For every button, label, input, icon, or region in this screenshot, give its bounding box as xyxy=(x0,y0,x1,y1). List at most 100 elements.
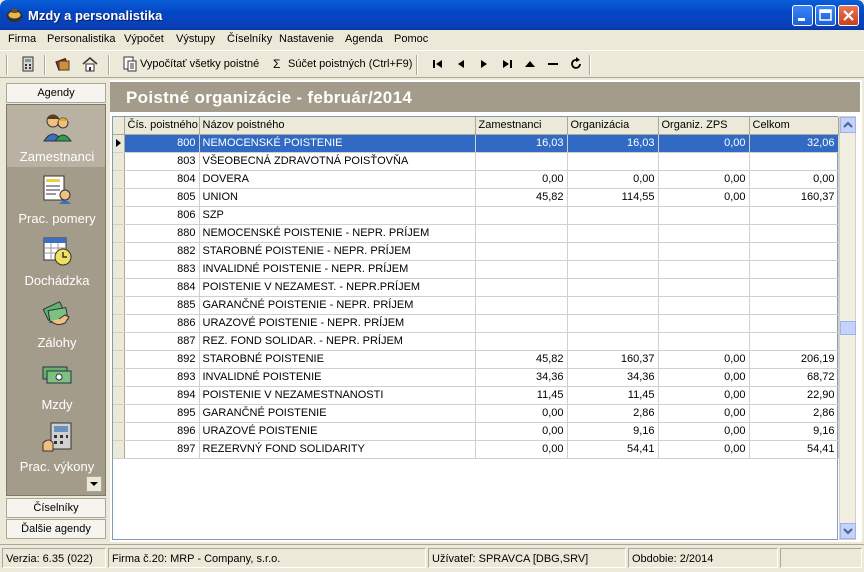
cell-employees[interactable]: 45,82 xyxy=(475,350,568,369)
cell-name[interactable]: DOVERA xyxy=(199,170,476,189)
cell-code[interactable]: 803 xyxy=(124,152,200,171)
table-row[interactable]: 800 NEMOCENSKÉ POISTENIE 16,03 16,03 0,00 32,… xyxy=(113,134,839,153)
cell-total[interactable]: 54,41 xyxy=(749,440,839,459)
cell-employees[interactable]: 45,82 xyxy=(475,188,568,207)
cell-code[interactable]: 880 xyxy=(124,224,200,243)
cell-organization-zps[interactable] xyxy=(658,314,750,333)
insert-record-icon[interactable] xyxy=(522,56,538,72)
row-indicator[interactable] xyxy=(113,170,125,189)
cell-code[interactable]: 895 xyxy=(124,404,200,423)
cell-organization-zps[interactable] xyxy=(658,224,750,243)
home-icon[interactable] xyxy=(82,56,98,72)
cell-employees[interactable] xyxy=(475,332,568,351)
cell-code[interactable]: 883 xyxy=(124,260,200,279)
cell-organization[interactable] xyxy=(567,242,659,261)
cell-code[interactable]: 885 xyxy=(124,296,200,315)
row-indicator[interactable] xyxy=(113,350,125,369)
cell-total[interactable]: 0,00 xyxy=(749,170,839,189)
cell-code[interactable]: 886 xyxy=(124,314,200,333)
cell-name[interactable]: INVALIDNÉ POISTENIE - NEPR. PRÍJEM xyxy=(199,260,476,279)
cell-employees[interactable] xyxy=(475,260,568,279)
ciselniky-button[interactable]: Číselníky xyxy=(6,498,106,518)
cell-employees[interactable] xyxy=(475,152,568,171)
column-header[interactable]: Názov poistného xyxy=(199,117,476,135)
cell-organization-zps[interactable]: 0,00 xyxy=(658,368,750,387)
cell-name[interactable]: POISTENIE V NEZAMESTNANOSTI xyxy=(199,386,476,405)
cell-code[interactable]: 882 xyxy=(124,242,200,261)
table-row[interactable]: 886 URAZOVÉ POISTENIE - NEPR. PRÍJEM xyxy=(113,314,839,333)
title-bar[interactable]: Mzdy a personalistika xyxy=(0,0,864,30)
agendy-header[interactable]: Agendy xyxy=(6,83,106,103)
cell-code[interactable]: 804 xyxy=(124,170,200,189)
cell-organization-zps[interactable] xyxy=(658,332,750,351)
cell-organization-zps[interactable] xyxy=(658,152,750,171)
cell-total[interactable] xyxy=(749,296,839,315)
cell-organization-zps[interactable]: 0,00 xyxy=(658,422,750,441)
row-indicator[interactable] xyxy=(113,332,125,351)
cell-organization[interactable] xyxy=(567,278,659,297)
scroll-thumb[interactable] xyxy=(840,321,856,335)
sidebar-item-zalohy[interactable]: Zálohy xyxy=(7,291,105,353)
table-row[interactable]: 880 NEMOCENSKÉ POISTENIE - NEPR. PRÍJEM xyxy=(113,224,839,243)
row-indicator[interactable] xyxy=(113,368,125,387)
cell-code[interactable]: 887 xyxy=(124,332,200,351)
cell-organization[interactable]: 54,41 xyxy=(567,440,659,459)
sidebar-item-mzdy[interactable]: Mzdy xyxy=(7,353,105,415)
cell-employees[interactable]: 11,45 xyxy=(475,386,568,405)
cell-employees[interactable] xyxy=(475,296,568,315)
cell-employees[interactable] xyxy=(475,314,568,333)
last-record-icon[interactable] xyxy=(499,56,515,72)
cell-employees[interactable]: 16,03 xyxy=(475,134,568,153)
cell-organization-zps[interactable] xyxy=(658,296,750,315)
table-row[interactable]: 805 UNION 45,82 114,55 0,00 160,37 xyxy=(113,188,839,207)
cell-organization[interactable]: 9,16 xyxy=(567,422,659,441)
scroll-up-button[interactable] xyxy=(840,117,856,133)
table-row[interactable]: 804 DOVERA 0,00 0,00 0,00 0,00 xyxy=(113,170,839,189)
row-indicator[interactable] xyxy=(113,278,125,297)
cell-code[interactable]: 893 xyxy=(124,368,200,387)
first-record-icon[interactable] xyxy=(430,56,446,72)
cell-name[interactable]: SZP xyxy=(199,206,476,225)
cell-employees[interactable]: 0,00 xyxy=(475,404,568,423)
cell-organization-zps[interactable]: 0,00 xyxy=(658,440,750,459)
sidebar-scroll-down[interactable] xyxy=(86,476,102,492)
menu-personalistika[interactable]: Personalistika xyxy=(47,33,115,45)
row-indicator[interactable] xyxy=(113,296,125,315)
cell-total[interactable]: 9,16 xyxy=(749,422,839,441)
cell-employees[interactable] xyxy=(475,224,568,243)
table-row[interactable]: 892 STAROBNÉ POISTENIE 45,82 160,37 0,00 206,… xyxy=(113,350,839,369)
menu-vystupy[interactable]: Výstupy xyxy=(176,33,215,45)
menu-vypocet[interactable]: Výpočet xyxy=(124,33,164,45)
cell-total[interactable] xyxy=(749,206,839,225)
row-indicator[interactable] xyxy=(113,404,125,423)
cell-total[interactable] xyxy=(749,152,839,171)
cell-organization-zps[interactable] xyxy=(658,278,750,297)
cell-name[interactable]: UNION xyxy=(199,188,476,207)
cell-organization[interactable]: 2,86 xyxy=(567,404,659,423)
table-row[interactable]: 882 STAROBNÉ POISTENIE - NEPR. PRÍJEM xyxy=(113,242,839,261)
cell-code[interactable]: 894 xyxy=(124,386,200,405)
cell-employees[interactable]: 0,00 xyxy=(475,422,568,441)
cell-code[interactable]: 897 xyxy=(124,440,200,459)
column-header[interactable]: Organiz. ZPS xyxy=(658,117,750,135)
sidebar-item-prac-vykony[interactable]: Prac. výkony xyxy=(7,415,105,477)
row-indicator[interactable] xyxy=(113,206,125,225)
delete-record-icon[interactable] xyxy=(545,56,561,72)
cell-organization[interactable] xyxy=(567,296,659,315)
column-header[interactable]: Organizácia xyxy=(567,117,659,135)
cell-total[interactable] xyxy=(749,314,839,333)
column-header[interactable]: Celkom xyxy=(749,117,839,135)
scroll-down-button[interactable] xyxy=(840,523,856,539)
cell-employees[interactable] xyxy=(475,206,568,225)
row-indicator[interactable] xyxy=(113,260,125,279)
cell-total[interactable]: 160,37 xyxy=(749,188,839,207)
cell-organization[interactable] xyxy=(567,260,659,279)
cell-code[interactable]: 800 xyxy=(124,134,200,153)
cell-organization[interactable]: 11,45 xyxy=(567,386,659,405)
next-record-icon[interactable] xyxy=(476,56,492,72)
cell-name[interactable]: STAROBNÉ POISTENIE xyxy=(199,350,476,369)
menu-agenda[interactable]: Agenda xyxy=(345,33,383,45)
cell-organization[interactable]: 16,03 xyxy=(567,134,659,153)
cell-total[interactable] xyxy=(749,260,839,279)
table-row[interactable]: 897 REZERVNÝ FOND SOLIDARITY 0,00 54,41 0,00… xyxy=(113,440,839,459)
